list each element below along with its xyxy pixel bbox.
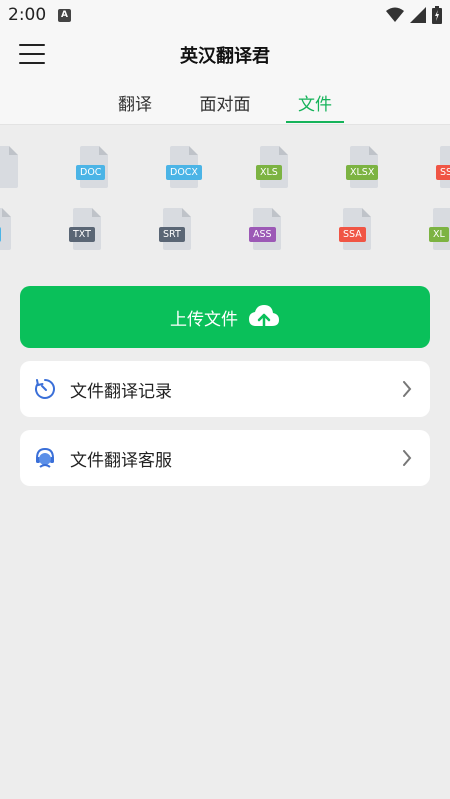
file-format-icon: DOCX xyxy=(166,146,202,188)
file-format-label: TXT xyxy=(69,227,95,242)
notification-icon: A xyxy=(58,9,71,22)
file-translation-history-label: 文件翻译记录 xyxy=(70,382,172,402)
tab-bar: 翻译 面对面 文件 xyxy=(0,80,450,125)
file-format-icon: XL xyxy=(429,208,450,250)
file-format-label: XLS xyxy=(256,165,282,180)
file-format-icon: SSA xyxy=(436,146,450,188)
file-format-grid: DOC DOCX XLS XLSX SSA OC TXT SRT ASS SSA XL xyxy=(0,124,450,264)
file-format-label: DOC xyxy=(76,165,106,180)
tab-file[interactable]: 文件 xyxy=(297,90,333,115)
cloud-upload-icon xyxy=(249,305,279,330)
file-format-icon: DOC xyxy=(76,146,110,188)
file-format-label: XLSX xyxy=(346,165,379,180)
file-format-label: SSA xyxy=(436,165,450,180)
battery-icon xyxy=(432,6,442,24)
file-format-icon: XLS xyxy=(256,146,290,188)
file-format-label: DOCX xyxy=(166,165,202,180)
file-translation-support-label: 文件翻译客服 xyxy=(70,451,172,471)
tab-indicator xyxy=(286,121,344,123)
system-icons xyxy=(386,6,442,24)
chevron-right-icon xyxy=(403,381,412,397)
file-format-icon: SSA xyxy=(339,208,373,250)
tab-translate[interactable]: 翻译 xyxy=(117,90,153,115)
file-format-label: XL xyxy=(429,227,449,242)
file-format-label: SRT xyxy=(159,227,185,242)
timer-icon xyxy=(35,379,55,399)
wifi-icon xyxy=(386,7,404,22)
file-format-icon: OC xyxy=(0,208,13,250)
status-bar: 2:00 A xyxy=(0,0,450,30)
status-time: 2:00 xyxy=(8,5,47,25)
chevron-right-icon xyxy=(403,450,412,466)
app-title: 英汉翻译君 xyxy=(180,46,270,67)
file-format-label: ASS xyxy=(249,227,276,242)
file-format-label: OC xyxy=(0,227,2,242)
signal-icon xyxy=(410,7,426,23)
upload-file-button[interactable]: 上传文件 xyxy=(20,286,430,348)
upload-file-label: 上传文件 xyxy=(170,309,238,330)
app-bar: 英汉翻译君 xyxy=(0,30,450,80)
customer-service-icon xyxy=(36,447,54,468)
file-format-icon xyxy=(0,146,20,188)
file-translation-history-card[interactable]: 文件翻译记录 xyxy=(20,361,430,417)
file-format-label: SSA xyxy=(339,227,366,242)
file-format-icon: ASS xyxy=(249,208,283,250)
file-translation-support-card[interactable]: 文件翻译客服 xyxy=(20,430,430,486)
file-format-icon: SRT xyxy=(159,208,193,250)
file-format-icon: TXT xyxy=(69,208,103,250)
file-format-icon: XLSX xyxy=(346,146,380,188)
tab-face-to-face[interactable]: 面对面 xyxy=(197,90,253,115)
